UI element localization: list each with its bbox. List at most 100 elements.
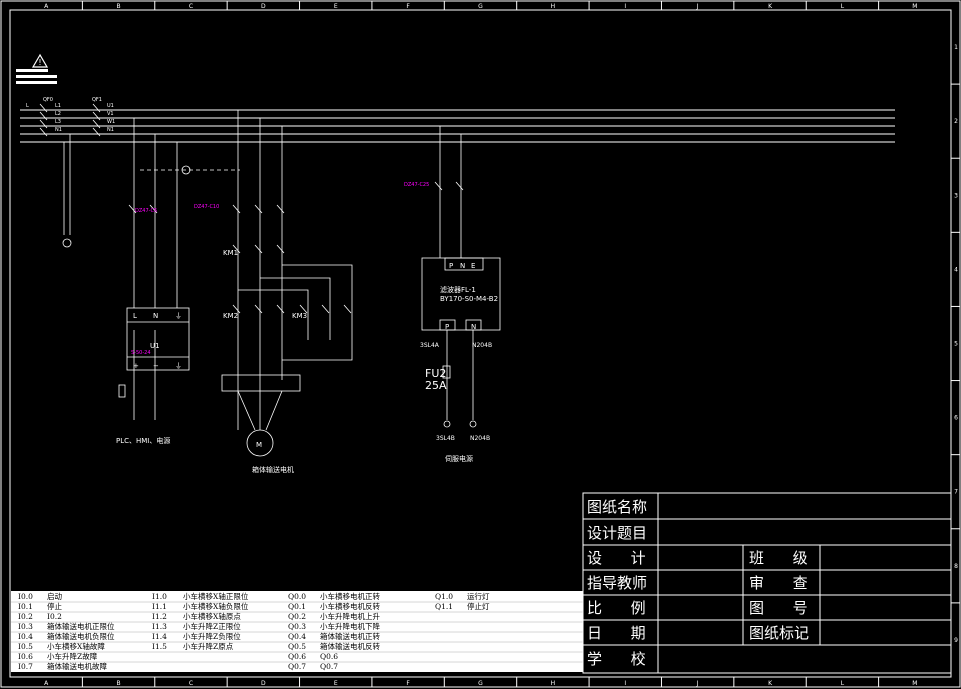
tb-drawing-no: 图 号 <box>749 599 808 617</box>
io-description: Q0.6 <box>320 652 338 661</box>
io-description: 启动 <box>47 591 62 601</box>
phase-label-l2: L2 <box>55 111 61 117</box>
psu-terminal-pe: ⏚ <box>175 312 182 320</box>
io-address: Q0.2 <box>288 612 306 621</box>
io-address: Q1.1 <box>435 602 453 611</box>
tb-design-topic: 设计题目 <box>587 524 647 542</box>
io-description: 小车横移X轴正限位 <box>183 591 249 601</box>
io-description: 小车升降电机上升 <box>320 611 380 621</box>
io-description: 小车横移电机反转 <box>320 601 380 611</box>
column-label-top: H <box>551 3 556 10</box>
io-description: 小车升降Z正限位 <box>183 621 241 631</box>
io-address: I0.6 <box>18 652 33 661</box>
io-description: 小车升降Z故障 <box>47 651 98 661</box>
column-label-bottom: B <box>117 680 121 687</box>
wire-n204b-top: N204B <box>472 342 492 349</box>
filter-fl1: P N E 滤波器FL-1 BY170-S0-M4-B2 P N 3SL4A N… <box>420 262 498 463</box>
power-bus <box>20 109 895 143</box>
fuse-fu2-rating: 25A <box>425 379 447 392</box>
contactor-km2: KM2 <box>223 312 238 320</box>
motor-symbol: M <box>256 441 262 449</box>
io-description: 停止灯 <box>467 601 490 611</box>
warning-logo: ! <box>16 53 57 84</box>
io-address: Q0.6 <box>288 652 306 661</box>
column-label-bottom: J <box>696 680 699 687</box>
column-label-top: M <box>912 3 917 10</box>
tb-class: 班 级 <box>749 549 808 567</box>
io-description: Q0.7 <box>320 662 338 671</box>
filter-name: 滤波器FL-1 <box>440 285 476 294</box>
psu-u1: L N ⏚ U1 + − ⏚ <box>133 312 182 370</box>
tb-date: 日 期 <box>587 624 646 642</box>
servo-terminal-n204b: N204B <box>470 435 490 442</box>
breaker-qf1-label: QF1 <box>92 97 102 103</box>
io-address: I0.7 <box>18 662 33 671</box>
column-label-bottom: D <box>261 680 266 687</box>
io-address: Q0.0 <box>288 592 306 601</box>
io-description: 箱体输送电机正转 <box>320 631 380 641</box>
column-label-bottom: I <box>624 680 626 687</box>
column-label-top: K <box>768 3 773 10</box>
io-description: 小车横移X轴负限位 <box>183 601 249 611</box>
qf3-model: DZ47-C10 <box>194 204 219 210</box>
io-description: 小车横移X轴原点 <box>183 611 241 621</box>
column-label-top: E <box>334 3 338 10</box>
io-address: I0.5 <box>18 642 33 651</box>
plc-power-label: PLC、HMI、电源 <box>116 436 170 445</box>
psu-terminal-l: L <box>133 312 137 320</box>
row-label-right: 7 <box>954 489 958 496</box>
row-label-right: 9 <box>954 637 958 644</box>
io-address: Q0.5 <box>288 642 306 651</box>
io-description: I0.2 <box>47 612 62 621</box>
feed-label: L <box>26 103 29 109</box>
io-address: Q0.7 <box>288 662 306 671</box>
io-description: 小车横移电机正转 <box>320 591 380 601</box>
column-labels-bottom: A B C D E F G H I J K L M <box>44 680 917 687</box>
psu-model: S-50-24 <box>131 350 151 356</box>
breaker-blade <box>92 111 101 121</box>
io-description: 小车升降电机下降 <box>320 621 380 631</box>
tb-drawing-mark: 图纸标记 <box>749 624 809 642</box>
filter-terminal-n: N <box>460 262 465 270</box>
column-labels-top: A B C D E F G H I J K L M <box>44 3 917 10</box>
qf2-model: DZ47-C6 <box>135 208 157 214</box>
phase-label-l1: L1 <box>55 103 61 109</box>
row-label-right: 4 <box>954 266 958 273</box>
io-address: I0.1 <box>18 602 33 611</box>
column-label-top: J <box>696 3 699 10</box>
column-label-bottom: H <box>551 680 556 687</box>
io-address: I1.0 <box>152 592 167 601</box>
filter-out-p: P <box>445 323 449 331</box>
servo-terminal-3sl4b: 3SL4B <box>436 435 455 442</box>
tb-school: 学 校 <box>587 650 646 668</box>
io-address: Q0.1 <box>288 602 306 611</box>
io-description: 箱体输送电机故障 <box>47 661 107 671</box>
io-address: I1.1 <box>152 602 167 611</box>
phase-label-n: N1 <box>55 127 62 133</box>
phase-label-l3: L3 <box>55 119 61 125</box>
psu-terminal-ground: ⏚ <box>175 362 182 370</box>
psu-terminal-plus: + <box>133 362 139 370</box>
column-label-top: C <box>189 3 193 10</box>
filter-terminal-e: E <box>471 262 475 270</box>
main-switches <box>39 103 101 137</box>
psu-label: U1 <box>150 342 160 350</box>
logo-bar-1 <box>16 69 48 72</box>
io-address: I1.5 <box>152 642 167 651</box>
switch-blade <box>39 119 48 129</box>
switch-qf0-label: QF0 <box>43 97 53 103</box>
io-description: 小车升降Z原点 <box>183 641 234 651</box>
io-description: 箱体输送电机正限位 <box>47 621 115 631</box>
qf4-model: DZ47-C25 <box>404 182 429 188</box>
breaker-blade <box>92 119 101 129</box>
column-label-top: F <box>406 3 410 10</box>
phase-out-n1: N1 <box>107 127 114 133</box>
column-label-top: G <box>478 3 483 10</box>
logo-bar-3 <box>16 81 57 84</box>
column-label-bottom: A <box>44 680 49 687</box>
column-label-bottom: M <box>912 680 917 687</box>
column-label-bottom: K <box>768 680 773 687</box>
io-description: 箱体输送电机反转 <box>320 641 380 651</box>
io-address: I0.2 <box>18 612 33 621</box>
column-label-top: L <box>841 3 845 10</box>
